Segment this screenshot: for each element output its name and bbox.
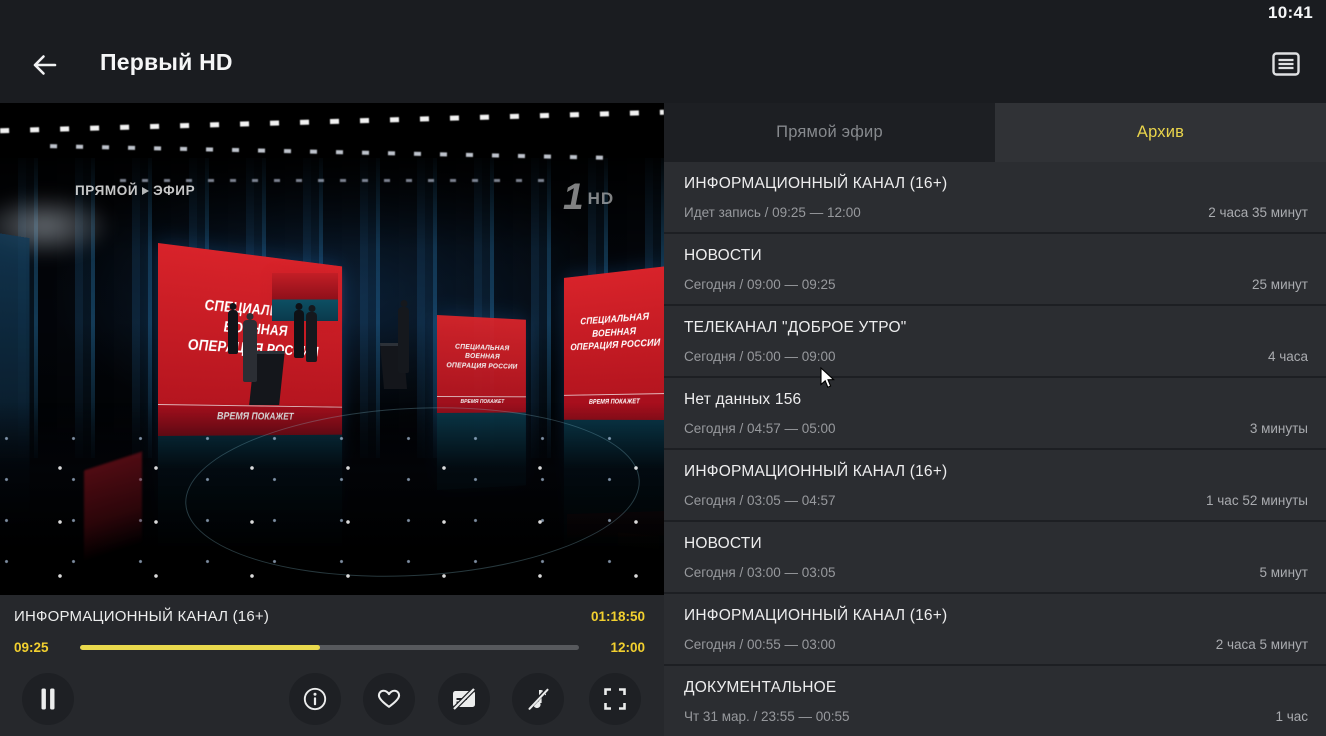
program-title: ИНФОРМАЦИОННЫЙ КАНАЛ (16+) — [684, 607, 947, 625]
program-meta: Сегодня / 00:55 — 03:00 — [684, 637, 836, 652]
info-button[interactable] — [289, 673, 341, 725]
pause-button[interactable] — [22, 673, 74, 725]
program-duration: 5 минут — [1260, 565, 1308, 580]
channel-one-logo: 1 — [563, 179, 584, 214]
live-arrow-icon — [142, 187, 149, 195]
program-title: НОВОСТИ — [684, 535, 762, 553]
program-title: ИНФОРМАЦИОННЫЙ КАНАЛ (16+) — [684, 463, 947, 481]
hd-label: HD — [588, 189, 615, 209]
fullscreen-icon — [602, 686, 628, 712]
header: 10:41 Первый HD — [0, 0, 1326, 103]
pause-icon — [36, 687, 60, 711]
studio-person — [306, 312, 317, 362]
program-duration: 1 час — [1275, 709, 1308, 724]
program-title: ДОКУМЕНТАЛЬНОЕ — [684, 679, 836, 697]
live-badge-word: ЭФИР — [153, 183, 195, 198]
player-info-bar: ИНФОРМАЦИОННЫЙ КАНАЛ (16+) 01:18:50 09:2… — [0, 595, 664, 736]
program-start-time: 09:25 — [14, 640, 58, 655]
tv-app-screen: 10:41 Первый HD — [0, 0, 1326, 736]
studio-lights-row — [0, 110, 664, 134]
progress-fill — [80, 645, 320, 650]
program-meta: Сегодня / 04:57 — 05:00 — [684, 421, 836, 436]
program-list: ИНФОРМАЦИОННЫЙ КАНАЛ (16+) Идет запись /… — [664, 162, 1326, 736]
program-meta: Сегодня / 09:00 — 09:25 — [684, 277, 836, 292]
studio-person — [398, 307, 409, 373]
info-icon — [302, 686, 328, 712]
channel-watermark: 1 HD — [563, 179, 614, 214]
progress-bar[interactable] — [80, 645, 579, 650]
studio-person — [228, 310, 238, 354]
live-badge: ПРЯМОЙ ЭФИР — [75, 183, 195, 198]
program-row[interactable]: ДОКУМЕНТАЛЬНОЕ Чт 31 мар. / 23:55 — 00:5… — [664, 666, 1326, 736]
music-note-off-icon — [524, 685, 552, 713]
program-duration: 2 часа 5 минут — [1216, 637, 1308, 652]
program-title: Нет данных 156 — [684, 391, 801, 409]
now-playing-title: ИНФОРМАЦИОННЫЙ КАНАЛ (16+) — [14, 608, 269, 625]
back-button[interactable] — [28, 47, 64, 83]
program-title: НОВОСТИ — [684, 247, 762, 265]
epg-panel: Прямой эфир Архив ИНФОРМАЦИОННЫЙ КАНАЛ (… — [664, 103, 1326, 736]
studio-person — [243, 320, 257, 382]
program-end-time: 12:00 — [601, 640, 645, 655]
studio-lights-row — [120, 179, 550, 182]
program-meta: Чт 31 мар. / 23:55 — 00:55 — [684, 709, 850, 724]
program-duration: 4 часа — [1268, 349, 1308, 364]
tab-live[interactable]: Прямой эфир — [664, 103, 995, 162]
tab-bar: Прямой эфир Архив — [664, 103, 1326, 162]
elapsed-time: 01:18:50 — [591, 609, 645, 624]
audio-track-off-button[interactable] — [512, 673, 564, 725]
playlist-menu-button[interactable] — [1270, 46, 1306, 82]
playlist-icon — [1270, 48, 1306, 80]
program-duration: 2 часа 35 минут — [1208, 205, 1308, 220]
program-title: ТЕЛЕКАНАЛ "ДОБРОЕ УТРО" — [684, 319, 906, 337]
tab-archive[interactable]: Архив — [995, 103, 1326, 162]
banner-text: ОПЕРАЦИЯ РОССИИ — [437, 360, 526, 372]
program-meta: Идет запись / 09:25 — 12:00 — [684, 205, 861, 220]
program-row[interactable]: ИНФОРМАЦИОННЫЙ КАНАЛ (16+) Сегодня / 00:… — [664, 594, 1326, 664]
studio-red-reflection — [84, 452, 142, 563]
program-row[interactable]: НОВОСТИ Сегодня / 09:00 — 09:25 25 минут — [664, 234, 1326, 304]
program-duration: 1 час 52 минуты — [1206, 493, 1308, 508]
studio-person — [294, 310, 304, 358]
program-meta: Сегодня / 03:05 — 04:57 — [684, 493, 836, 508]
video-player[interactable]: СПЕЦИАЛЬНАЯ ВОЕННАЯ ОПЕРАЦИЯ РОССИИ ВРЕМ… — [0, 103, 664, 595]
heart-icon — [376, 686, 402, 712]
program-row[interactable]: ИНФОРМАЦИОННЫЙ КАНАЛ (16+) Сегодня / 03:… — [664, 450, 1326, 520]
subtitles-off-icon — [450, 685, 478, 713]
program-title: ИНФОРМАЦИОННЫЙ КАНАЛ (16+) — [684, 175, 947, 193]
program-row[interactable]: ТЕЛЕКАНАЛ "ДОБРОЕ УТРО" Сегодня / 05:00 … — [664, 306, 1326, 376]
player-controls — [0, 672, 664, 726]
favorite-button[interactable] — [363, 673, 415, 725]
subtitles-off-button[interactable] — [438, 673, 490, 725]
program-row[interactable]: ИНФОРМАЦИОННЫЙ КАНАЛ (16+) Идет запись /… — [664, 162, 1326, 232]
arrow-left-icon — [28, 49, 64, 81]
studio-back-screen — [272, 273, 338, 321]
status-clock: 10:41 — [1268, 3, 1313, 23]
fullscreen-button[interactable] — [589, 673, 641, 725]
page-title: Первый HD — [100, 49, 233, 76]
program-row[interactable]: Нет данных 156 Сегодня / 04:57 — 05:00 3… — [664, 378, 1326, 448]
program-duration: 3 минуты — [1250, 421, 1308, 436]
program-row[interactable]: НОВОСТИ Сегодня / 03:00 — 03:05 5 минут — [664, 522, 1326, 592]
program-meta: Сегодня / 03:00 — 03:05 — [684, 565, 836, 580]
program-meta: Сегодня / 05:00 — 09:00 — [684, 349, 836, 364]
program-duration: 25 минут — [1252, 277, 1308, 292]
live-badge-word: ПРЯМОЙ — [75, 183, 138, 198]
